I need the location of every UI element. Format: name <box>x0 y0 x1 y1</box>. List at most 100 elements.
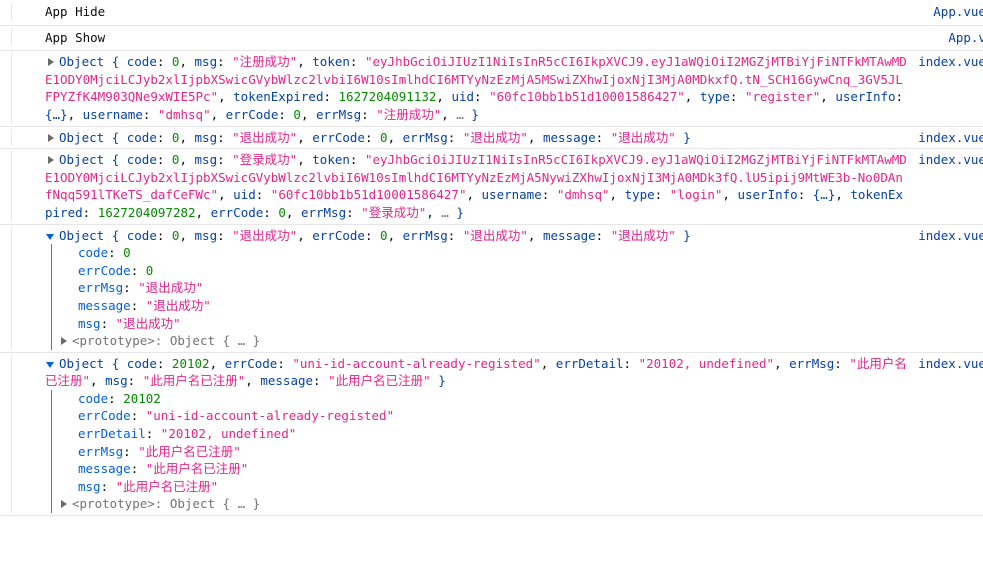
token-key: message <box>542 129 596 145</box>
object-property-row[interactable]: message: "此用户名已注册" <box>78 460 908 478</box>
source-location-link[interactable]: App.vue <box>942 29 983 47</box>
property-key: message <box>78 461 131 477</box>
row-gutter <box>0 128 12 147</box>
property-key: code <box>78 245 109 261</box>
console-message-body: Object { code: 0, msg: "退出成功", errCode: … <box>45 129 912 147</box>
chevron-right-icon[interactable] <box>58 335 70 347</box>
object-property-row[interactable]: errDetail: "20102, undefined" <box>78 425 908 443</box>
prototype-row[interactable]: <prototype>: Object { … } <box>58 495 908 513</box>
chevron-right-icon[interactable] <box>45 132 57 144</box>
token-key: msg <box>194 54 218 70</box>
prototype-value: Object { … } <box>169 496 261 512</box>
object-property-row[interactable]: msg: "退出成功" <box>78 315 908 333</box>
chevron-down-icon[interactable] <box>45 358 57 370</box>
source-location-link[interactable]: index.vue:6 <box>912 129 983 147</box>
source-location-link[interactable]: index.vue:6 <box>912 227 983 245</box>
token-sub[interactable]: {…} <box>813 187 836 202</box>
token-brace: } <box>463 106 479 122</box>
object-property-row[interactable]: errCode: "uni-id-account-already-registe… <box>78 407 908 425</box>
token-punct: , <box>540 355 556 371</box>
object-property-row[interactable]: msg: "此用户名已注册" <box>78 478 908 496</box>
token-punct: , <box>684 89 700 105</box>
console-message-row[interactable]: Object { code: 20102, errCode: "uni-id-a… <box>0 352 983 517</box>
token-key: userInfo <box>835 89 896 105</box>
token-punct: : <box>156 227 172 243</box>
token-str: "登录成功" <box>361 204 427 220</box>
object-type-label: Object <box>59 54 112 70</box>
chevron-right-icon[interactable] <box>58 498 70 510</box>
console-message-row[interactable]: App Hide App.vue:1 <box>0 0 983 26</box>
token-str: "退出成功" <box>462 227 528 243</box>
object-property-row[interactable]: errMsg: "此用户名已注册" <box>78 443 908 461</box>
token-punct: , <box>820 89 836 105</box>
token-punct: : <box>834 355 850 371</box>
console-message-body: Object { code: 0, msg: "登录成功", token: "e… <box>45 151 912 221</box>
token-punct: : <box>278 106 294 122</box>
token-str: "登录成功" <box>232 152 298 168</box>
chevron-down-icon[interactable] <box>45 230 57 242</box>
prototype-key: <prototype>: <box>72 333 170 349</box>
property-colon: : <box>130 262 146 278</box>
token-key: userInfo <box>737 187 798 203</box>
token-str: "退出成功" <box>232 129 298 145</box>
token-punct: , <box>609 187 625 203</box>
source-location-link[interactable]: App.vue:1 <box>927 3 983 21</box>
console-output-panel[interactable]: App Hide App.vue:1 App Show App.vue Object {… <box>0 0 983 567</box>
token-punct: : <box>142 106 158 122</box>
object-preview-header[interactable]: Object { code: 0, msg: "注册成功", token: "e… <box>45 53 908 123</box>
object-property-row[interactable]: errMsg: "退出成功" <box>78 279 908 297</box>
token-sub[interactable]: {…} <box>45 107 68 122</box>
token-num: 1627204091132 <box>338 89 437 105</box>
token-punct: : <box>217 54 233 70</box>
token-num: 0 <box>380 227 388 243</box>
token-str: "60fc10bb1b51d10001586427" <box>270 187 467 203</box>
object-tree: Object { code: 0, msg: "退出成功", errCode: … <box>45 227 908 350</box>
token-punct: , <box>835 187 851 203</box>
property-value: "此用户名已注册" <box>138 443 241 459</box>
prototype-row[interactable]: <prototype>: Object { … } <box>58 332 908 350</box>
object-preview-header[interactable]: Object { code: 20102, errCode: "uni-id-a… <box>45 355 908 390</box>
token-punct: , <box>90 373 106 389</box>
object-preview-header[interactable]: Object { code: 0, msg: "登录成功", token: "e… <box>45 151 908 221</box>
console-message-body: Object { code: 0, msg: "注册成功", token: "e… <box>45 53 912 123</box>
object-tree: Object { code: 20102, errCode: "uni-id-a… <box>45 355 908 514</box>
token-ellip: … <box>441 204 449 220</box>
chevron-right-icon[interactable] <box>45 56 57 68</box>
console-message-row[interactable]: Object { code: 0, msg: "退出成功", errCode: … <box>0 126 983 150</box>
token-punct: , <box>218 89 234 105</box>
token-punct: : <box>156 129 172 145</box>
token-brace: } <box>675 129 691 145</box>
token-brace: { <box>111 54 127 70</box>
prototype-value: Object { … } <box>169 333 261 349</box>
property-key: msg <box>78 315 101 331</box>
log-text: App Hide <box>45 4 106 19</box>
token-punct: : <box>364 129 381 145</box>
object-property-row[interactable]: errCode: 0 <box>78 262 908 280</box>
console-message-row[interactable]: Object { code: 0, msg: "退出成功", errCode: … <box>0 224 983 353</box>
token-str: "login" <box>669 187 723 203</box>
source-location-link[interactable]: index.vue:4 <box>912 355 983 373</box>
source-location-link[interactable]: index.vue:5 <box>912 151 983 169</box>
token-key: message <box>542 227 596 243</box>
object-property-row[interactable]: message: "退出成功" <box>78 297 908 315</box>
object-property-row[interactable]: code: 0 <box>78 244 908 262</box>
console-message-row[interactable]: Object { code: 0, msg: "注册成功", token: "e… <box>0 51 983 127</box>
chevron-right-icon[interactable] <box>45 154 57 166</box>
property-value: "退出成功" <box>115 315 181 331</box>
token-punct: : <box>654 187 670 203</box>
console-message-row[interactable]: Object { code: 0, msg: "登录成功", token: "e… <box>0 149 983 225</box>
source-location-link[interactable]: index.vue:4 <box>912 53 983 71</box>
object-type-label: Object <box>59 355 112 371</box>
object-property-row[interactable]: code: 20102 <box>78 390 908 408</box>
token-punct: , <box>466 187 482 203</box>
console-message-row[interactable]: App Show App.vue <box>0 25 983 52</box>
console-message-body: App Show <box>45 29 942 47</box>
property-key: errMsg <box>78 280 124 296</box>
token-key: type <box>699 89 730 105</box>
property-value: 0 <box>123 245 131 261</box>
token-key: tokenExpired <box>233 89 324 105</box>
token-punct: : <box>82 204 98 220</box>
object-preview-header[interactable]: Object { code: 0, msg: "退出成功", errCode: … <box>45 129 908 147</box>
object-tree: Object { code: 0, msg: "退出成功", errCode: … <box>45 129 908 147</box>
object-preview-header[interactable]: Object { code: 0, msg: "退出成功", errCode: … <box>45 227 908 245</box>
